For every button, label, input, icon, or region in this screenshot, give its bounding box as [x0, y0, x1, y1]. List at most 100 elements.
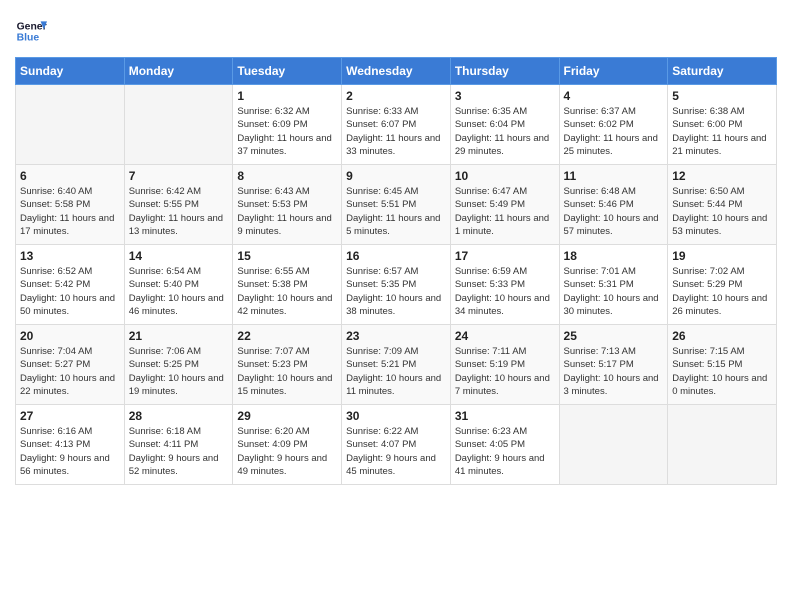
day-info: Sunrise: 6:33 AM Sunset: 6:07 PM Dayligh… [346, 105, 446, 158]
day-info: Sunrise: 6:23 AM Sunset: 4:05 PM Dayligh… [455, 425, 555, 478]
day-number: 12 [672, 169, 772, 183]
day-info: Sunrise: 7:02 AM Sunset: 5:29 PM Dayligh… [672, 265, 772, 318]
day-info: Sunrise: 7:15 AM Sunset: 5:15 PM Dayligh… [672, 345, 772, 398]
day-number: 27 [20, 409, 120, 423]
day-info: Sunrise: 6:52 AM Sunset: 5:42 PM Dayligh… [20, 265, 120, 318]
day-info: Sunrise: 6:54 AM Sunset: 5:40 PM Dayligh… [129, 265, 229, 318]
day-info: Sunrise: 7:13 AM Sunset: 5:17 PM Dayligh… [564, 345, 664, 398]
day-number: 6 [20, 169, 120, 183]
header-row: SundayMondayTuesdayWednesdayThursdayFrid… [16, 58, 777, 85]
day-info: Sunrise: 7:01 AM Sunset: 5:31 PM Dayligh… [564, 265, 664, 318]
day-info: Sunrise: 6:42 AM Sunset: 5:55 PM Dayligh… [129, 185, 229, 238]
day-info: Sunrise: 6:22 AM Sunset: 4:07 PM Dayligh… [346, 425, 446, 478]
week-row-3: 13 Sunrise: 6:52 AM Sunset: 5:42 PM Dayli… [16, 245, 777, 325]
calendar-cell: 6 Sunrise: 6:40 AM Sunset: 5:58 PM Daylig… [16, 165, 125, 245]
day-info: Sunrise: 6:55 AM Sunset: 5:38 PM Dayligh… [237, 265, 337, 318]
day-number: 11 [564, 169, 664, 183]
calendar-cell: 30 Sunrise: 6:22 AM Sunset: 4:07 PM Dayli… [342, 405, 451, 485]
calendar-cell: 24 Sunrise: 7:11 AM Sunset: 5:19 PM Dayli… [450, 325, 559, 405]
day-info: Sunrise: 6:38 AM Sunset: 6:00 PM Dayligh… [672, 105, 772, 158]
day-info: Sunrise: 6:45 AM Sunset: 5:51 PM Dayligh… [346, 185, 446, 238]
day-info: Sunrise: 6:20 AM Sunset: 4:09 PM Dayligh… [237, 425, 337, 478]
calendar-cell: 13 Sunrise: 6:52 AM Sunset: 5:42 PM Dayli… [16, 245, 125, 325]
calendar-cell: 20 Sunrise: 7:04 AM Sunset: 5:27 PM Dayli… [16, 325, 125, 405]
day-number: 13 [20, 249, 120, 263]
calendar-cell: 15 Sunrise: 6:55 AM Sunset: 5:38 PM Dayli… [233, 245, 342, 325]
day-number: 7 [129, 169, 229, 183]
day-info: Sunrise: 7:04 AM Sunset: 5:27 PM Dayligh… [20, 345, 120, 398]
day-number: 2 [346, 89, 446, 103]
day-info: Sunrise: 6:48 AM Sunset: 5:46 PM Dayligh… [564, 185, 664, 238]
calendar-cell: 8Sunrise: 6:43 AM Sunset: 5:53 PM Daylig… [233, 165, 342, 245]
day-number: 8 [237, 169, 337, 183]
calendar-cell: 22 Sunrise: 7:07 AM Sunset: 5:23 PM Dayli… [233, 325, 342, 405]
day-info: Sunrise: 7:06 AM Sunset: 5:25 PM Dayligh… [129, 345, 229, 398]
day-info: Sunrise: 7:11 AM Sunset: 5:19 PM Dayligh… [455, 345, 555, 398]
calendar-cell: 12 Sunrise: 6:50 AM Sunset: 5:44 PM Dayli… [668, 165, 777, 245]
week-row-1: 1 Sunrise: 6:32 AM Sunset: 6:09 PM Daylig… [16, 85, 777, 165]
day-number: 15 [237, 249, 337, 263]
day-number: 22 [237, 329, 337, 343]
day-number: 4 [564, 89, 664, 103]
calendar-cell: 18 Sunrise: 7:01 AM Sunset: 5:31 PM Dayli… [559, 245, 668, 325]
calendar-cell: 21 Sunrise: 7:06 AM Sunset: 5:25 PM Dayli… [124, 325, 233, 405]
page-header: General Blue [15, 15, 777, 47]
day-number: 26 [672, 329, 772, 343]
svg-text:Blue: Blue [17, 33, 40, 44]
day-info: Sunrise: 6:16 AM Sunset: 4:13 PM Dayligh… [20, 425, 120, 478]
day-info: Sunrise: 6:37 AM Sunset: 6:02 PM Dayligh… [564, 105, 664, 158]
day-header-wednesday: Wednesday [342, 58, 451, 85]
day-info: Sunrise: 6:59 AM Sunset: 5:33 PM Dayligh… [455, 265, 555, 318]
day-info: Sunrise: 6:47 AM Sunset: 5:49 PM Dayligh… [455, 185, 555, 238]
logo-icon: General Blue [15, 15, 47, 47]
calendar-cell: 11 Sunrise: 6:48 AM Sunset: 5:46 PM Dayli… [559, 165, 668, 245]
day-header-saturday: Saturday [668, 58, 777, 85]
day-info: Sunrise: 6:32 AM Sunset: 6:09 PM Dayligh… [237, 105, 337, 158]
day-number: 18 [564, 249, 664, 263]
day-number: 17 [455, 249, 555, 263]
day-header-sunday: Sunday [16, 58, 125, 85]
calendar-cell: 2 Sunrise: 6:33 AM Sunset: 6:07 PM Daylig… [342, 85, 451, 165]
calendar-cell: 9 Sunrise: 6:45 AM Sunset: 5:51 PM Daylig… [342, 165, 451, 245]
day-number: 23 [346, 329, 446, 343]
week-row-4: 20 Sunrise: 7:04 AM Sunset: 5:27 PM Dayli… [16, 325, 777, 405]
day-number: 25 [564, 329, 664, 343]
calendar-cell [559, 405, 668, 485]
calendar-cell: 19 Sunrise: 7:02 AM Sunset: 5:29 PM Dayli… [668, 245, 777, 325]
day-number: 9 [346, 169, 446, 183]
calendar-cell: 23 Sunrise: 7:09 AM Sunset: 5:21 PM Dayli… [342, 325, 451, 405]
day-number: 29 [237, 409, 337, 423]
day-number: 14 [129, 249, 229, 263]
calendar-cell [668, 405, 777, 485]
week-row-2: 6 Sunrise: 6:40 AM Sunset: 5:58 PM Daylig… [16, 165, 777, 245]
logo: General Blue [15, 15, 51, 47]
day-number: 28 [129, 409, 229, 423]
calendar-cell: 17 Sunrise: 6:59 AM Sunset: 5:33 PM Dayli… [450, 245, 559, 325]
day-info: Sunrise: 6:50 AM Sunset: 5:44 PM Dayligh… [672, 185, 772, 238]
day-number: 10 [455, 169, 555, 183]
calendar-cell: 27 Sunrise: 6:16 AM Sunset: 4:13 PM Dayli… [16, 405, 125, 485]
day-number: 20 [20, 329, 120, 343]
day-number: 16 [346, 249, 446, 263]
day-number: 30 [346, 409, 446, 423]
calendar-cell: 28 Sunrise: 6:18 AM Sunset: 4:11 PM Dayli… [124, 405, 233, 485]
calendar-cell [16, 85, 125, 165]
day-number: 19 [672, 249, 772, 263]
calendar-cell: 3Sunrise: 6:35 AM Sunset: 6:04 PM Daylig… [450, 85, 559, 165]
day-number: 1 [237, 89, 337, 103]
calendar-cell: 16Sunrise: 6:57 AM Sunset: 5:35 PM Dayli… [342, 245, 451, 325]
day-header-thursday: Thursday [450, 58, 559, 85]
day-info: Sunrise: 7:09 AM Sunset: 5:21 PM Dayligh… [346, 345, 446, 398]
day-number: 24 [455, 329, 555, 343]
day-header-monday: Monday [124, 58, 233, 85]
day-number: 3 [455, 89, 555, 103]
day-info: Sunrise: 6:18 AM Sunset: 4:11 PM Dayligh… [129, 425, 229, 478]
calendar-cell: 25 Sunrise: 7:13 AM Sunset: 5:17 PM Dayli… [559, 325, 668, 405]
calendar-table: SundayMondayTuesdayWednesdayThursdayFrid… [15, 57, 777, 485]
day-number: 21 [129, 329, 229, 343]
day-info: Sunrise: 6:40 AM Sunset: 5:58 PM Dayligh… [20, 185, 120, 238]
calendar-cell: 4 Sunrise: 6:37 AM Sunset: 6:02 PM Daylig… [559, 85, 668, 165]
calendar-cell: 10 Sunrise: 6:47 AM Sunset: 5:49 PM Dayli… [450, 165, 559, 245]
day-info: Sunrise: 7:07 AM Sunset: 5:23 PM Dayligh… [237, 345, 337, 398]
calendar-cell: 5Sunrise: 6:38 AM Sunset: 6:00 PM Daylig… [668, 85, 777, 165]
